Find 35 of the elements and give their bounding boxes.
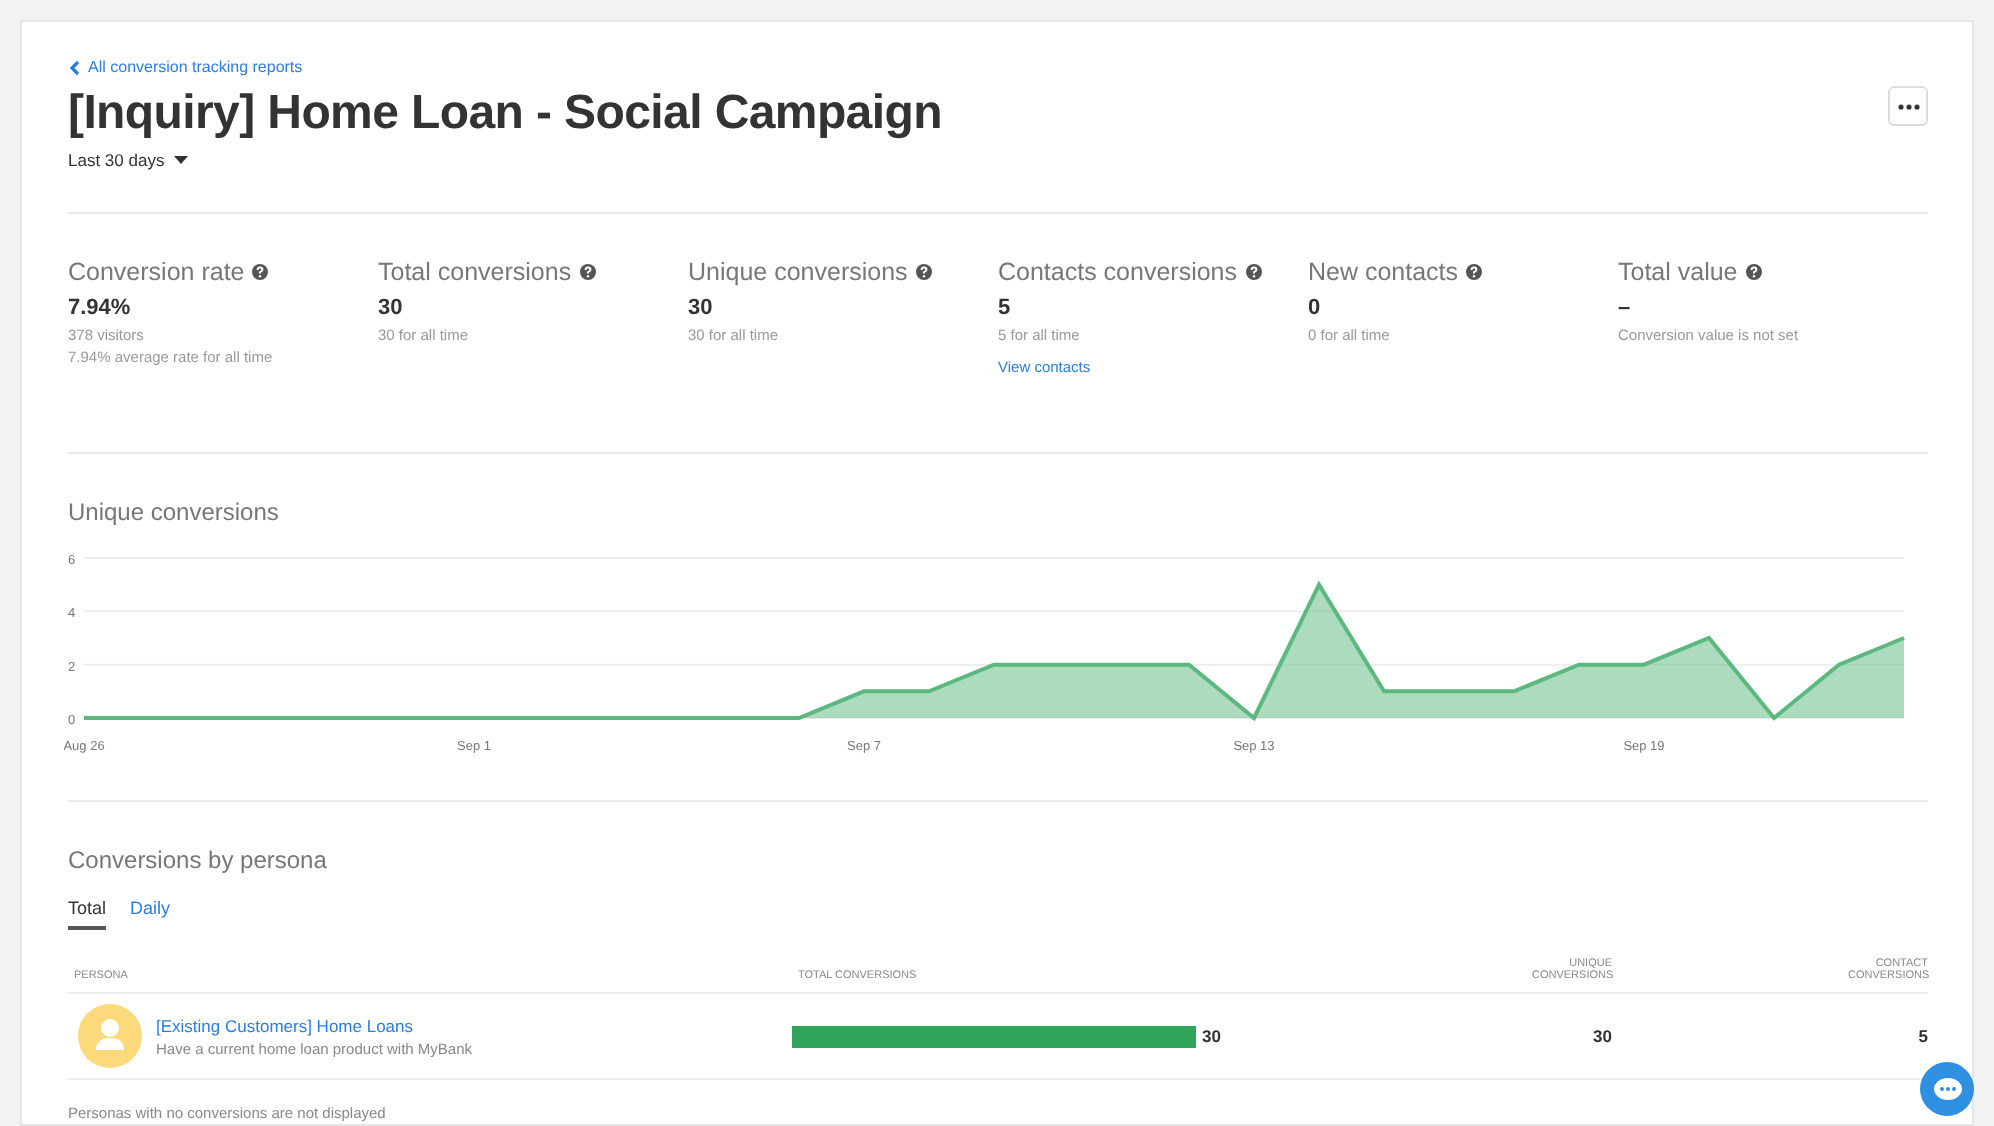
date-range-dropdown[interactable]: Last 30 days <box>68 150 189 170</box>
page-title: [Inquiry] Home Loan - Social Campaign <box>68 86 942 142</box>
metric-value: 5 <box>998 296 1013 320</box>
more-icon <box>1897 103 1919 109</box>
help-icon[interactable] <box>1466 264 1483 280</box>
more-button[interactable] <box>1888 86 1928 126</box>
metric-value: – <box>1618 296 1633 320</box>
help-icon[interactable] <box>1745 264 1762 280</box>
help-icon[interactable] <box>915 264 932 280</box>
help-icon[interactable] <box>579 264 596 280</box>
metric-value: 0 <box>1308 296 1323 320</box>
metric-label: Conversion rate <box>68 258 245 286</box>
section-title: Unique conversions <box>68 498 281 526</box>
metric-label: New contacts <box>1308 258 1459 286</box>
persona-link[interactable]: [Existing Customers] Home Loans <box>156 1015 472 1035</box>
metric-value: 30 <box>688 296 715 320</box>
metric-label: Total value <box>1618 258 1738 286</box>
tab[interactable]: Total <box>68 898 107 930</box>
back-link[interactable]: All conversion tracking reports <box>68 58 303 76</box>
tab[interactable]: Daily <box>130 898 171 930</box>
help-icon[interactable] <box>1245 264 1262 280</box>
metric-value: 30 <box>378 296 405 320</box>
section-title: Conversions by persona <box>68 846 329 874</box>
metric-value: 7.94% <box>68 296 133 320</box>
table-cell-text: 5 <box>1916 1026 1928 1046</box>
metric-label: Contacts conversions <box>998 258 1238 286</box>
metric-label: Unique conversions <box>688 258 908 286</box>
table-cell: 30 <box>1202 1026 1221 1046</box>
caret-icon <box>174 156 189 164</box>
avatar-icon <box>78 1004 142 1068</box>
metric-label: Total conversions <box>378 258 572 286</box>
table-cell-text: 30 <box>1591 1026 1612 1046</box>
chat-icon <box>1933 1077 1961 1101</box>
help-icon[interactable] <box>252 264 269 280</box>
chevron-left-icon <box>68 59 80 75</box>
